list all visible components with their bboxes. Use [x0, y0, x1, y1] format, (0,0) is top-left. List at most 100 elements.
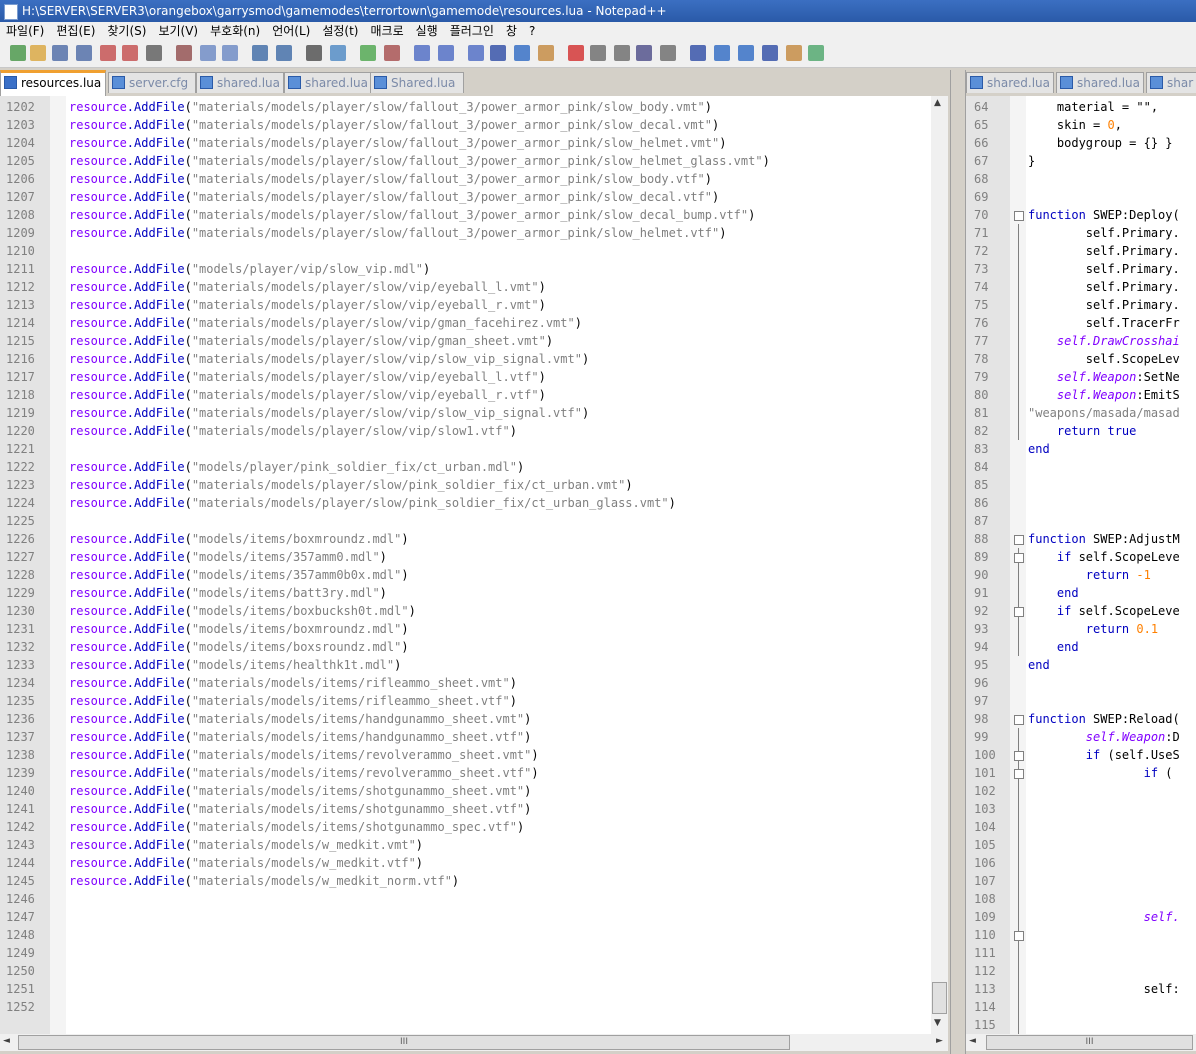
indent-guide-icon[interactable]	[514, 45, 530, 61]
spell-icon[interactable]	[808, 45, 824, 61]
menu-item[interactable]: 언어(L)	[266, 24, 316, 38]
code-line[interactable]: resource.AddFile("materials/models/w_med…	[69, 854, 423, 872]
menu-item[interactable]: 매크로	[365, 24, 410, 38]
h-scroll-thumb[interactable]: III	[18, 1035, 790, 1050]
code-line[interactable]: resource.AddFile("materials/models/playe…	[69, 170, 712, 188]
paste-icon[interactable]	[222, 45, 238, 61]
code-line[interactable]: bodygroup = {} }	[1028, 134, 1173, 152]
close-all-icon[interactable]	[122, 45, 138, 61]
scroll-left-arrow[interactable]: ◄	[3, 1036, 10, 1046]
code-line[interactable]: resource.AddFile("models/items/boxmround…	[69, 620, 409, 638]
tab-server-cfg[interactable]: server.cfg	[108, 72, 196, 93]
play-multi-icon[interactable]	[636, 45, 652, 61]
code-line[interactable]: resource.AddFile("materials/models/items…	[69, 782, 531, 800]
down-icon[interactable]	[738, 45, 754, 61]
menu-item[interactable]: ?	[523, 24, 541, 38]
sync-h-icon[interactable]	[438, 45, 454, 61]
code-line[interactable]: self.Weapon:D	[1028, 728, 1180, 746]
code-line[interactable]: resource.AddFile("materials/models/w_med…	[69, 872, 459, 890]
tab-resources-lua[interactable]: resources.lua	[0, 70, 106, 96]
save-icon[interactable]	[52, 45, 68, 61]
code-line[interactable]: self:	[1028, 980, 1180, 998]
cut-icon[interactable]	[176, 45, 192, 61]
tab-right-1[interactable]: shared.lua	[1056, 72, 1144, 93]
code-line[interactable]: resource.AddFile("models/player/pink_sol…	[69, 458, 524, 476]
code-line[interactable]: resource.AddFile("materials/models/items…	[69, 692, 517, 710]
stop-icon[interactable]	[590, 45, 606, 61]
code-line[interactable]: skin = 0,	[1028, 116, 1122, 134]
show-all-icon[interactable]	[490, 45, 506, 61]
code-line[interactable]: self.	[1028, 908, 1180, 926]
fold-toggle-icon[interactable]	[1014, 931, 1024, 941]
record-icon[interactable]	[568, 45, 584, 61]
code-line[interactable]: resource.AddFile("materials/models/playe…	[69, 224, 726, 242]
menu-item[interactable]: 부호화(n)	[204, 24, 266, 38]
code-line[interactable]: self.Primary.	[1028, 260, 1180, 278]
close-icon[interactable]	[100, 45, 116, 61]
code-line[interactable]: resource.AddFile("models/player/vip/slow…	[69, 260, 430, 278]
code-line[interactable]: resource.AddFile("materials/models/playe…	[69, 314, 582, 332]
code-line[interactable]: resource.AddFile("models/items/boxmround…	[69, 530, 409, 548]
right-editor[interactable]: 64 material = "", 65 skin = 0, 66 bodygrou…	[966, 96, 1196, 1034]
doc-map-icon[interactable]	[538, 45, 554, 61]
menu-item[interactable]: 편집(E)	[50, 24, 101, 38]
code-line[interactable]: resource.AddFile("models/items/batt3ry.m…	[69, 584, 387, 602]
code-line[interactable]: resource.AddFile("models/items/357amm0.m…	[69, 548, 387, 566]
code-line[interactable]: return 0.1	[1028, 620, 1158, 638]
code-line[interactable]: material = "",	[1028, 98, 1158, 116]
fold-toggle-icon[interactable]	[1014, 715, 1024, 725]
tab-shared-lua[interactable]: shared.lua	[284, 72, 372, 93]
code-line[interactable]: resource.AddFile("materials/models/playe…	[69, 476, 633, 494]
code-line[interactable]: resource.AddFile("materials/models/playe…	[69, 206, 755, 224]
tab-shared-lua[interactable]: shared.lua	[196, 72, 284, 93]
play-icon[interactable]	[614, 45, 630, 61]
unfold-icon[interactable]	[762, 45, 778, 61]
code-line[interactable]: self.Weapon:EmitS	[1028, 386, 1180, 404]
scroll-thumb[interactable]	[932, 982, 947, 1014]
fold-toggle-icon[interactable]	[1014, 535, 1024, 545]
code-line[interactable]: resource.AddFile("materials/models/items…	[69, 728, 531, 746]
scroll-right-arrow[interactable]: ►	[936, 1036, 943, 1046]
new-file-icon[interactable]	[10, 45, 26, 61]
code-line[interactable]: }	[1028, 152, 1035, 170]
code-line[interactable]: resource.AddFile("materials/models/playe…	[69, 296, 546, 314]
code-line[interactable]: resource.AddFile("materials/models/playe…	[69, 98, 712, 116]
zoom-out-icon[interactable]	[384, 45, 400, 61]
copy-icon[interactable]	[200, 45, 216, 61]
h-scroll-thumb-right[interactable]: III	[986, 1035, 1193, 1050]
code-line[interactable]: return -1	[1028, 566, 1151, 584]
left-vertical-scrollbar[interactable]: ▲ ▼	[931, 96, 948, 1034]
code-line[interactable]: if (	[1028, 764, 1173, 782]
code-line[interactable]: end	[1028, 440, 1050, 458]
fold-toggle-icon[interactable]	[1014, 553, 1024, 563]
code-line[interactable]: resource.AddFile("materials/models/items…	[69, 746, 539, 764]
menu-item[interactable]: 보기(V)	[152, 24, 204, 38]
fold-toggle-icon[interactable]	[1014, 751, 1024, 761]
menu-item[interactable]: 설정(t)	[316, 24, 364, 38]
wrap-icon[interactable]	[468, 45, 484, 61]
code-line[interactable]: resource.AddFile("materials/models/playe…	[69, 422, 517, 440]
find-icon[interactable]	[306, 45, 322, 61]
code-line[interactable]: resource.AddFile("materials/models/playe…	[69, 404, 589, 422]
open-file-icon[interactable]	[30, 45, 46, 61]
code-line[interactable]: end	[1028, 638, 1079, 656]
redo-icon[interactable]	[276, 45, 292, 61]
view-splitter[interactable]	[950, 70, 966, 1054]
scroll-up-arrow[interactable]: ▲	[934, 98, 941, 108]
code-line[interactable]: function SWEP:AdjustM	[1028, 530, 1180, 548]
code-line[interactable]: resource.AddFile("materials/models/playe…	[69, 152, 770, 170]
scroll-left-arrow-right[interactable]: ◄	[969, 1036, 976, 1046]
code-line[interactable]: resource.AddFile("materials/models/playe…	[69, 350, 589, 368]
code-line[interactable]: "weapons/masada/masad	[1028, 404, 1180, 422]
code-line[interactable]: self.ScopeLev	[1028, 350, 1180, 368]
right-horizontal-scrollbar[interactable]: ◄ III	[966, 1034, 1196, 1051]
code-line[interactable]: resource.AddFile("models/items/357amm0b0…	[69, 566, 409, 584]
code-line[interactable]: if self.ScopeLeve	[1028, 602, 1180, 620]
code-line[interactable]: self.Primary.	[1028, 224, 1180, 242]
code-line[interactable]: return true	[1028, 422, 1136, 440]
menu-item[interactable]: 창	[500, 24, 523, 38]
save-all-icon[interactable]	[76, 45, 92, 61]
code-line[interactable]: resource.AddFile("materials/models/playe…	[69, 188, 719, 206]
left-horizontal-scrollbar[interactable]: ◄ III ►	[0, 1034, 948, 1051]
launch-icon[interactable]	[786, 45, 802, 61]
